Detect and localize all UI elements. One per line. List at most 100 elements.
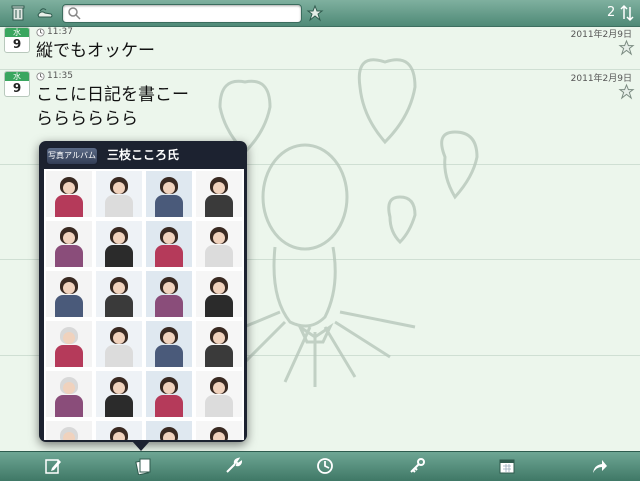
day-number: 9 xyxy=(12,37,22,51)
popover-arrow xyxy=(132,441,150,451)
photo-subject-outfit xyxy=(155,245,183,267)
photo-subject-face xyxy=(213,232,225,244)
photo-thumbnail[interactable] xyxy=(196,271,242,317)
photo-subject-face xyxy=(163,232,175,244)
calendar-icon[interactable] xyxy=(498,457,516,475)
photo-thumbnail[interactable] xyxy=(96,321,142,367)
date-badge: 水 9 xyxy=(4,27,30,53)
star-icon[interactable] xyxy=(618,39,635,56)
photo-subject-outfit xyxy=(155,395,183,417)
photo-subject-outfit xyxy=(205,345,233,367)
photo-subject-outfit xyxy=(205,295,233,317)
photo-thumbnail[interactable] xyxy=(146,371,192,417)
photo-subject-face xyxy=(63,232,75,244)
photo-thumbnail[interactable] xyxy=(46,321,92,367)
weekday-label: 水 xyxy=(5,28,29,37)
photo-subject-outfit xyxy=(105,295,133,317)
popover-title: 三枝こころ氏 xyxy=(107,148,180,162)
photo-subject-face xyxy=(213,182,225,194)
share-arrow-icon[interactable] xyxy=(590,457,608,475)
pencil-icon[interactable] xyxy=(44,457,62,475)
photo-subject-outfit xyxy=(55,295,83,317)
weekday-label: 水 xyxy=(5,72,29,81)
clock-icon[interactable] xyxy=(316,457,334,475)
photo-thumbnail[interactable] xyxy=(196,221,242,267)
photo-subject-outfit xyxy=(55,245,83,267)
photo-thumbnail[interactable] xyxy=(196,421,242,440)
photo-subject-face xyxy=(113,332,125,344)
photo-subject-face xyxy=(113,182,125,194)
photo-thumbnail[interactable] xyxy=(96,221,142,267)
photo-subject-face xyxy=(113,282,125,294)
photo-thumbnail[interactable] xyxy=(146,271,192,317)
photo-thumbnail[interactable] xyxy=(196,171,242,217)
bottom-toolbar xyxy=(0,451,640,481)
photo-subject-face xyxy=(63,282,75,294)
search-icon xyxy=(68,7,81,20)
photo-subject-outfit xyxy=(105,395,133,417)
entry-time: 11:37 xyxy=(47,27,73,37)
clock-icon xyxy=(36,28,45,37)
date-badge: 水 9 xyxy=(4,71,30,97)
photo-subject-outfit xyxy=(155,345,183,367)
photo-subject-face xyxy=(113,232,125,244)
photo-subject-face xyxy=(163,382,175,394)
entry-count: 2 xyxy=(607,5,616,20)
entry-text: 縦でもオッケー xyxy=(36,41,155,61)
photo-grid xyxy=(44,169,244,440)
photo-thumbnail[interactable] xyxy=(196,371,242,417)
photo-thumbnail[interactable] xyxy=(96,371,142,417)
photo-subject-face xyxy=(213,282,225,294)
photo-thumbnail[interactable] xyxy=(96,421,142,440)
photo-subject-face xyxy=(163,282,175,294)
photo-subject-face xyxy=(63,432,75,440)
photo-thumbnail[interactable] xyxy=(46,271,92,317)
favorite-star-icon[interactable] xyxy=(306,4,324,22)
photo-popover: 写真アルバム 三枝こころ氏 xyxy=(39,141,247,442)
trash-icon[interactable] xyxy=(9,4,27,22)
photo-subject-face xyxy=(63,332,75,344)
photo-subject-face xyxy=(213,432,225,440)
photo-subject-face xyxy=(113,432,125,440)
photo-thumbnail[interactable] xyxy=(46,421,92,440)
photo-thumbnail[interactable] xyxy=(146,421,192,440)
photo-subject-outfit xyxy=(105,195,133,217)
photo-album-button[interactable]: 写真アルバム xyxy=(46,147,98,165)
entry-time: 11:35 xyxy=(47,71,73,81)
star-icon[interactable] xyxy=(618,83,635,100)
photo-subject-face xyxy=(63,382,75,394)
photo-subject-outfit xyxy=(55,345,83,367)
photo-subject-outfit xyxy=(105,345,133,367)
notes-icon[interactable] xyxy=(134,457,152,475)
photo-subject-outfit xyxy=(155,195,183,217)
photo-thumbnail[interactable] xyxy=(196,321,242,367)
key-icon[interactable] xyxy=(408,457,426,475)
search-input[interactable] xyxy=(62,4,302,23)
photo-subject-face xyxy=(113,382,125,394)
photo-subject-face xyxy=(213,332,225,344)
clock-icon xyxy=(36,72,45,81)
shoes-icon[interactable] xyxy=(36,4,54,22)
photo-subject-face xyxy=(163,432,175,440)
photo-thumbnail[interactable] xyxy=(46,221,92,267)
photo-subject-outfit xyxy=(205,395,233,417)
top-bar: 2 xyxy=(0,0,640,27)
background-illustration xyxy=(218,58,479,387)
photo-subject-outfit xyxy=(205,195,233,217)
entry-text: ここに日記を書こー らららららら xyxy=(36,85,189,129)
day-number: 9 xyxy=(12,81,22,95)
photo-thumbnail[interactable] xyxy=(46,371,92,417)
sort-arrows-icon[interactable] xyxy=(620,4,634,22)
photo-subject-outfit xyxy=(55,395,83,417)
photo-subject-face xyxy=(63,182,75,194)
photo-subject-face xyxy=(163,332,175,344)
photo-thumbnail[interactable] xyxy=(146,221,192,267)
photo-subject-outfit xyxy=(205,245,233,267)
wrench-icon[interactable] xyxy=(224,457,242,475)
photo-thumbnail[interactable] xyxy=(146,321,192,367)
photo-thumbnail[interactable] xyxy=(46,171,92,217)
photo-thumbnail[interactable] xyxy=(96,171,142,217)
photo-thumbnail[interactable] xyxy=(96,271,142,317)
photo-thumbnail[interactable] xyxy=(146,171,192,217)
photo-subject-outfit xyxy=(55,195,83,217)
